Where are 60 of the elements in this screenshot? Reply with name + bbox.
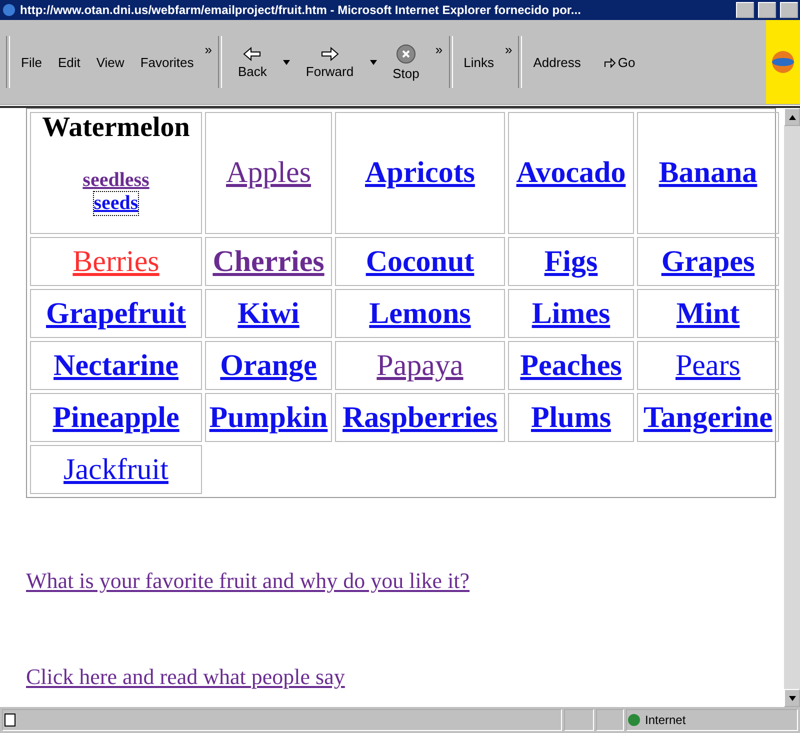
forward-button[interactable]: Forward bbox=[296, 46, 364, 78]
fruit-link[interactable]: Mint bbox=[676, 296, 740, 330]
menu-item[interactable]: View bbox=[91, 54, 130, 70]
fruit-link[interactable]: Coconut bbox=[366, 244, 474, 278]
up-caret-icon[interactable] bbox=[788, 114, 796, 120]
window-title: http://www.otan.dni.us/webfarm/emailproject/fruit.htm - Microsoft Internet Explorer fornecido por... bbox=[20, 3, 582, 17]
fruit-link[interactable]: Kiwi bbox=[238, 296, 300, 330]
zone-label: Internet bbox=[645, 713, 686, 727]
back-button[interactable]: Back bbox=[228, 46, 277, 78]
forward-arrow-icon bbox=[320, 46, 340, 62]
chevron[interactable]: » bbox=[504, 42, 512, 57]
down-caret-icon[interactable] bbox=[788, 696, 796, 700]
fruit-link[interactable]: Papaya bbox=[376, 348, 464, 382]
fruit-link[interactable]: Cherries bbox=[212, 244, 324, 278]
globe-logo-icon bbox=[771, 50, 795, 74]
menu-item[interactable]: Edit bbox=[52, 54, 86, 70]
fruit-link[interactable]: Banana bbox=[658, 156, 758, 190]
menu-item[interactable]: File bbox=[16, 54, 47, 70]
page-link[interactable]: Click here and read what people say bbox=[26, 664, 345, 690]
fruit-link[interactable]: Grapes bbox=[661, 244, 755, 278]
address-label: Address bbox=[532, 54, 582, 70]
fruit-link[interactable]: Raspberries bbox=[342, 400, 498, 434]
stop-icon bbox=[396, 44, 416, 64]
watermelon-heading: Watermelon bbox=[42, 113, 190, 143]
scroll-down-button[interactable] bbox=[784, 689, 800, 707]
fruit-link[interactable]: Orange bbox=[220, 348, 317, 382]
fruit-link[interactable]: Jackfruit bbox=[64, 452, 168, 486]
fruit-link[interactable]: Limes bbox=[532, 296, 610, 330]
page-link[interactable]: What is your favorite fruit and why do you like it? bbox=[26, 568, 470, 594]
dropdown-caret-icon[interactable] bbox=[282, 60, 290, 64]
fruit-link[interactable]: Tangerine bbox=[644, 400, 772, 434]
links-button[interactable]: Links bbox=[458, 54, 499, 70]
stop-button[interactable]: Stop bbox=[382, 44, 430, 80]
fruit-link[interactable]: seeds bbox=[94, 192, 138, 215]
fruit-link[interactable]: Pumpkin bbox=[209, 400, 328, 434]
fruit-link[interactable]: Pineapple bbox=[52, 400, 180, 434]
fruit-link[interactable]: Lemons bbox=[369, 296, 471, 330]
status-pane bbox=[564, 709, 594, 731]
fruit-link[interactable]: Nectarine bbox=[54, 348, 178, 382]
fruit-link[interactable]: Avocado bbox=[516, 156, 626, 190]
chevron[interactable]: » bbox=[435, 42, 443, 57]
fruit-link[interactable]: seedless bbox=[82, 169, 150, 192]
scroll-up-button[interactable] bbox=[784, 108, 800, 126]
status-pane bbox=[596, 709, 624, 731]
fruit-link[interactable]: Peaches bbox=[520, 348, 622, 382]
fruit-link[interactable]: Apricots bbox=[365, 156, 475, 190]
go-button[interactable]: Go bbox=[592, 54, 646, 70]
chevron[interactable]: » bbox=[204, 42, 212, 57]
dropdown-caret-icon[interactable] bbox=[370, 60, 377, 64]
back-arrow-icon bbox=[242, 46, 262, 62]
fruit-link[interactable]: Grapefruit bbox=[46, 296, 186, 330]
scrollbar[interactable] bbox=[784, 108, 800, 707]
fruit-link[interactable]: Figs bbox=[544, 244, 598, 278]
browser-icon bbox=[2, 3, 16, 17]
fruit-link[interactable]: Berries bbox=[72, 244, 160, 278]
fruit-link[interactable]: Plums bbox=[530, 400, 611, 434]
menu-item[interactable]: Favorites bbox=[135, 54, 199, 70]
fruit-link[interactable]: Apples bbox=[226, 156, 311, 190]
fruit-link[interactable]: Pears bbox=[676, 348, 740, 382]
globe-icon bbox=[627, 713, 641, 727]
